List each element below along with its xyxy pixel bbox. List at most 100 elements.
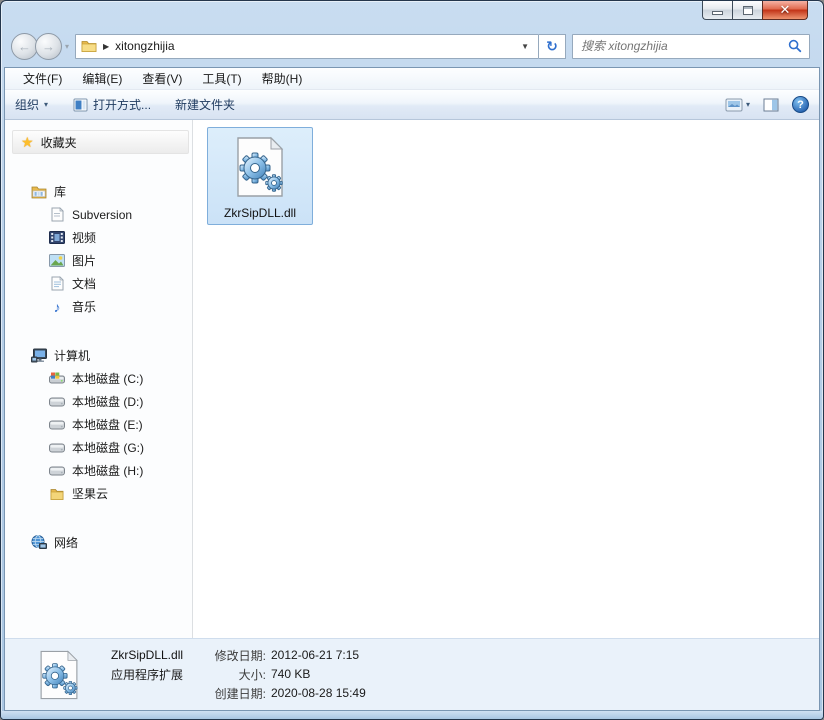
computer-icon [31, 348, 47, 364]
sidebar-item-computer[interactable]: 计算机 [5, 344, 192, 367]
sidebar-item-music[interactable]: ♪ 音乐 [5, 295, 192, 318]
views-icon [725, 98, 743, 111]
libraries-label: 库 [54, 185, 67, 199]
system-drive-icon [49, 371, 65, 387]
open-with-label: 打开方式... [93, 98, 152, 112]
sidebar-item-drive-e[interactable]: 本地磁盘 (E:) [5, 413, 192, 436]
sidebar-item-documents[interactable]: 文档 [5, 272, 192, 295]
refresh-icon: ↻ [546, 37, 558, 54]
menu-file[interactable]: 文件(F) [13, 70, 72, 87]
organize-button[interactable]: 组织 ▾ [15, 96, 48, 113]
new-folder-label: 新建文件夹 [175, 98, 236, 112]
menu-help[interactable]: 帮助(H) [252, 70, 313, 87]
sidebar-item-libraries[interactable]: 库 [5, 180, 192, 203]
address-dropdown-icon[interactable]: ▼ [517, 42, 533, 51]
sidebar-item-favorites[interactable]: ★ 收藏夹 [12, 130, 189, 154]
body-area: ★ 收藏夹 库 Subversion 视频 图片 文档 ♪ 音乐 计算机 本地磁… [5, 120, 819, 638]
document-icon [49, 276, 65, 292]
chevron-down-icon: ▾ [44, 100, 49, 109]
subversion-icon [49, 207, 65, 223]
help-button[interactable]: ? [792, 96, 809, 113]
help-icon: ? [797, 98, 804, 111]
drive-d-label: 本地磁盘 (D:) [72, 395, 144, 409]
search-icon[interactable] [787, 38, 803, 54]
open-with-button[interactable]: 打开方式... [72, 96, 151, 113]
details-created-label: 创建日期: [214, 686, 266, 701]
drive-e-label: 本地磁盘 (E:) [72, 418, 143, 432]
details-size-value: 740 KB [271, 667, 311, 681]
drive-c-label: 本地磁盘 (C:) [72, 372, 144, 386]
details-modified-label: 修改日期: [214, 648, 266, 663]
title-bar: ✕ [1, 1, 823, 29]
folder-icon [81, 38, 97, 54]
details-file-name: ZkrSipDLL.dll [111, 648, 184, 662]
music-note-icon: ♪ [53, 298, 61, 315]
toolbar-right: ▾ ? [725, 96, 809, 113]
refresh-button[interactable]: ↻ [539, 33, 566, 59]
details-modified-value: 2012-06-21 7:15 [271, 648, 360, 662]
sidebar-item-drive-d[interactable]: 本地磁盘 (D:) [5, 390, 192, 413]
star-icon: ★ [21, 133, 34, 150]
menu-edit[interactable]: 编辑(E) [72, 70, 132, 87]
forward-icon: → [42, 38, 55, 54]
change-view-button[interactable]: ▾ [725, 98, 750, 112]
drive-h-label: 本地磁盘 (H:) [72, 464, 144, 478]
subversion-label: Subversion [72, 207, 133, 222]
dll-file-icon [237, 136, 284, 197]
picture-icon [49, 253, 65, 269]
drive-icon [49, 440, 65, 456]
network-icon [31, 535, 47, 551]
sidebar-item-network[interactable]: 网络 [5, 531, 192, 554]
sidebar-item-drive-g[interactable]: 本地磁盘 (G:) [5, 436, 192, 459]
file-item-zkrsipdll[interactable]: ZkrSipDLL.dll [207, 127, 313, 225]
sidebar-item-drive-h[interactable]: 本地磁盘 (H:) [5, 459, 192, 482]
minimize-icon [712, 11, 723, 15]
drive-icon [49, 394, 65, 410]
sidebar-item-subversion[interactable]: Subversion [5, 203, 192, 226]
back-button[interactable]: ← [11, 32, 38, 60]
close-icon: ✕ [779, 2, 791, 17]
pictures-label: 图片 [72, 254, 97, 268]
maximize-button[interactable] [732, 1, 762, 20]
menu-view[interactable]: 查看(V) [132, 70, 192, 87]
explorer-window: ✕ ← → ▾ ▶ xitongzhijia ▼ ↻ 文件(F) 编辑(E) [0, 0, 824, 720]
navigation-bar: ← → ▾ ▶ xitongzhijia ▼ ↻ [1, 29, 823, 67]
sidebar-item-nutstore[interactable]: 坚果云 [5, 482, 192, 505]
details-grid: ZkrSipDLL.dll 修改日期: 2012-06-21 7:15 应用程序… [111, 646, 366, 702]
forward-button[interactable]: → [35, 32, 62, 60]
folder-icon [49, 486, 65, 502]
new-folder-button[interactable]: 新建文件夹 [175, 96, 235, 113]
sidebar-item-drive-c[interactable]: 本地磁盘 (C:) [5, 367, 192, 390]
breadcrumb-folder[interactable]: xitongzhijia [115, 39, 174, 53]
breadcrumb-arrow-icon[interactable]: ▶ [103, 42, 109, 51]
client-area: 文件(F) 编辑(E) 查看(V) 工具(T) 帮助(H) 组织 ▾ 打开方式.… [4, 67, 820, 711]
sidebar-item-videos[interactable]: 视频 [5, 226, 192, 249]
music-label: 音乐 [72, 300, 97, 314]
open-with-icon [72, 97, 88, 113]
back-icon: ← [18, 38, 31, 54]
window-frame-bottom [1, 711, 823, 719]
chevron-down-icon: ▾ [745, 100, 750, 109]
search-box [572, 33, 810, 59]
search-input[interactable] [579, 38, 787, 54]
drive-icon [49, 417, 65, 433]
nutstore-label: 坚果云 [72, 487, 109, 501]
minimize-button[interactable] [702, 1, 732, 20]
sidebar-item-pictures[interactable]: 图片 [5, 249, 192, 272]
preview-pane-button[interactable] [763, 98, 779, 112]
menu-tools[interactable]: 工具(T) [192, 70, 251, 87]
organize-label: 组织 [15, 98, 40, 112]
file-label: ZkrSipDLL.dll [223, 206, 297, 220]
file-list-area[interactable]: ZkrSipDLL.dll [193, 120, 819, 638]
history-dropdown[interactable]: ▾ [65, 42, 69, 51]
close-button[interactable]: ✕ [762, 1, 808, 20]
address-bar[interactable]: ▶ xitongzhijia ▼ [75, 33, 539, 59]
documents-label: 文档 [72, 277, 97, 291]
drive-g-label: 本地磁盘 (G:) [72, 441, 144, 455]
menu-bar: 文件(F) 编辑(E) 查看(V) 工具(T) 帮助(H) [5, 68, 819, 90]
dll-file-icon [37, 650, 81, 700]
network-label: 网络 [54, 536, 79, 550]
